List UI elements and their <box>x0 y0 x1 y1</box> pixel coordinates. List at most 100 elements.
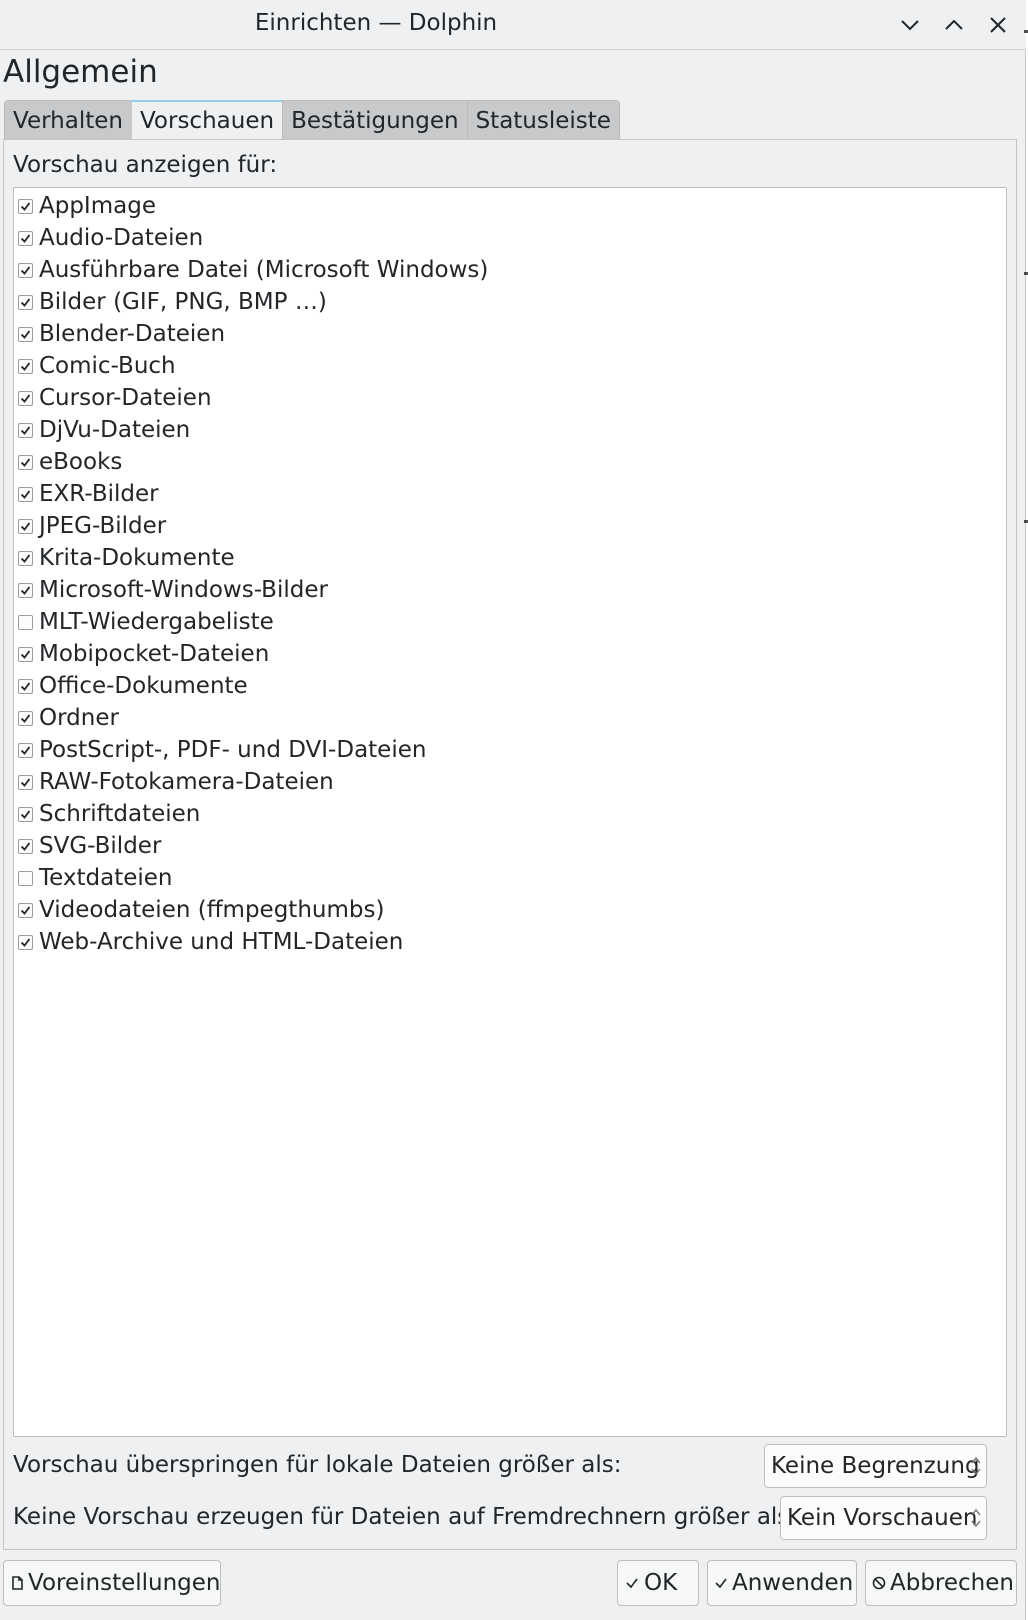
close-button[interactable] <box>982 9 1014 41</box>
cancel-button-label: Abbrechen <box>890 1570 1014 1596</box>
settings-dialog: Einrichten — Dolphin Allgemein Verhalten… <box>0 0 1026 1620</box>
list-item-label: eBooks <box>39 449 123 475</box>
spin-arrows-icon[interactable] <box>970 1507 982 1529</box>
checkbox[interactable] <box>18 614 33 630</box>
list-item-label: Mobipocket-Dateien <box>39 641 270 667</box>
list-item[interactable]: Bilder (GIF, PNG, BMP …) <box>14 286 1004 318</box>
list-item[interactable]: MLT-Wiedergabeliste <box>14 606 1004 638</box>
checkbox[interactable] <box>18 742 33 758</box>
checkbox[interactable] <box>18 774 33 790</box>
list-item[interactable]: PostScript-, PDF- und DVI-Dateien <box>14 734 1004 766</box>
apply-button-label: Anwenden <box>732 1570 854 1596</box>
list-item-label: Textdateien <box>39 865 173 891</box>
list-item[interactable]: Audio-Dateien <box>14 222 1004 254</box>
apply-button[interactable]: Anwenden <box>707 1560 857 1606</box>
list-item-label: MLT-Wiedergabeliste <box>39 609 274 635</box>
checkbox[interactable] <box>18 454 33 470</box>
list-item[interactable]: Microsoft-Windows-Bilder <box>14 574 1004 606</box>
checkmark-icon <box>20 329 31 339</box>
checkbox[interactable] <box>18 646 33 662</box>
list-item[interactable]: Textdateien <box>14 862 1004 894</box>
checkbox[interactable] <box>18 806 33 822</box>
checkmark-icon <box>20 841 31 851</box>
checkmark-icon <box>624 1575 640 1591</box>
list-item[interactable]: Web-Archive und HTML-Dateien <box>14 926 1004 958</box>
list-item[interactable]: Cursor-Dateien <box>14 382 1004 414</box>
checkbox[interactable] <box>18 486 33 502</box>
list-item[interactable]: Ausführbare Datei (Microsoft Windows) <box>14 254 1004 286</box>
list-item-label: Bilder (GIF, PNG, BMP …) <box>39 289 327 315</box>
list-item[interactable]: Comic-Buch <box>14 350 1004 382</box>
checkmark-icon <box>20 553 31 563</box>
remote-size-limit-value: Kein Vorschauen <box>787 1505 978 1531</box>
list-item[interactable]: Blender-Dateien <box>14 318 1004 350</box>
list-item-label: Office-Dokumente <box>39 673 248 699</box>
checkbox[interactable] <box>18 902 33 918</box>
local-size-limit-spinbox[interactable]: Keine Begrenzung <box>764 1444 987 1488</box>
checkbox[interactable] <box>18 262 33 278</box>
list-item-label: Cursor-Dateien <box>39 385 212 411</box>
list-item[interactable]: DjVu-Dateien <box>14 414 1004 446</box>
remote-size-limit-spinbox[interactable]: Kein Vorschauen <box>780 1496 987 1540</box>
list-item[interactable]: EXR-Bilder <box>14 478 1004 510</box>
ok-button[interactable]: OK <box>617 1560 699 1606</box>
maximize-button[interactable] <box>938 9 970 41</box>
list-item[interactable]: Schriftdateien <box>14 798 1004 830</box>
defaults-button[interactable]: Voreinstellungen <box>3 1560 221 1606</box>
checkmark-icon <box>20 713 31 723</box>
checkbox[interactable] <box>18 710 33 726</box>
minimize-button[interactable] <box>894 9 926 41</box>
remote-size-limit-row: Keine Vorschau erzeugen für Dateien auf … <box>13 1496 1013 1540</box>
preview-type-list[interactable]: AppImage Audio-Dateien Ausführbare Datei (… <box>13 187 1007 1437</box>
checkbox[interactable] <box>18 390 33 406</box>
checkbox[interactable] <box>18 422 33 438</box>
list-item[interactable]: Ordner <box>14 702 1004 734</box>
checkbox[interactable] <box>18 838 33 854</box>
background-window-edge <box>1024 272 1028 275</box>
list-item[interactable]: eBooks <box>14 446 1004 478</box>
checkbox[interactable] <box>18 518 33 534</box>
checkbox[interactable] <box>18 678 33 694</box>
checkbox[interactable] <box>18 326 33 342</box>
list-item[interactable]: JPEG-Bilder <box>14 510 1004 542</box>
tab-vorschauen[interactable]: Vorschauen <box>130 100 284 140</box>
checkmark-icon <box>20 201 31 211</box>
checkbox[interactable] <box>18 870 33 886</box>
checkmark-icon <box>20 649 31 659</box>
checkbox[interactable] <box>18 294 33 310</box>
tab-verhalten[interactable]: Verhalten <box>4 100 132 140</box>
list-item[interactable]: RAW-Fotokamera-Dateien <box>14 766 1004 798</box>
list-item[interactable]: Krita-Dokumente <box>14 542 1004 574</box>
checkmark-icon <box>714 1575 728 1591</box>
local-size-limit-value: Keine Begrenzung <box>771 1453 980 1479</box>
list-item[interactable]: SVG-Bilder <box>14 830 1004 862</box>
list-item[interactable]: AppImage <box>14 190 1004 222</box>
spin-arrows-icon[interactable] <box>970 1455 982 1477</box>
tab-bar: Verhalten Vorschauen Bestätigungen Statu… <box>4 100 620 140</box>
checkbox[interactable] <box>18 550 33 566</box>
checkmark-icon <box>20 937 31 947</box>
checkbox[interactable] <box>18 934 33 950</box>
remote-size-limit-label: Keine Vorschau erzeugen für Dateien auf … <box>13 1504 798 1530</box>
checkbox[interactable] <box>18 358 33 374</box>
list-item-label: Comic-Buch <box>39 353 176 379</box>
maximize-icon <box>945 19 963 30</box>
cancel-button[interactable]: Abbrechen <box>865 1560 1017 1606</box>
ok-button-label: OK <box>644 1570 678 1596</box>
list-item-label: Blender-Dateien <box>39 321 226 347</box>
list-item[interactable]: Office-Dokumente <box>14 670 1004 702</box>
tab-statusleiste[interactable]: Statusleiste <box>466 100 620 140</box>
title-bar[interactable]: Einrichten — Dolphin <box>0 0 1026 50</box>
local-size-limit-row: Vorschau überspringen für lokale Dateien… <box>13 1444 1013 1488</box>
checkbox[interactable] <box>18 582 33 598</box>
checkmark-icon <box>20 393 31 403</box>
list-item-label: EXR-Bilder <box>39 481 159 507</box>
list-item-label: Audio-Dateien <box>39 225 204 251</box>
list-item[interactable]: Mobipocket-Dateien <box>14 638 1004 670</box>
checkmark-icon <box>20 905 31 915</box>
tab-bestaetigungen[interactable]: Bestätigungen <box>282 100 468 140</box>
checkbox[interactable] <box>18 230 33 246</box>
checkbox[interactable] <box>18 198 33 214</box>
list-item[interactable]: Videodateien (ffmpegthumbs) <box>14 894 1004 926</box>
checkmark-icon <box>20 297 31 307</box>
